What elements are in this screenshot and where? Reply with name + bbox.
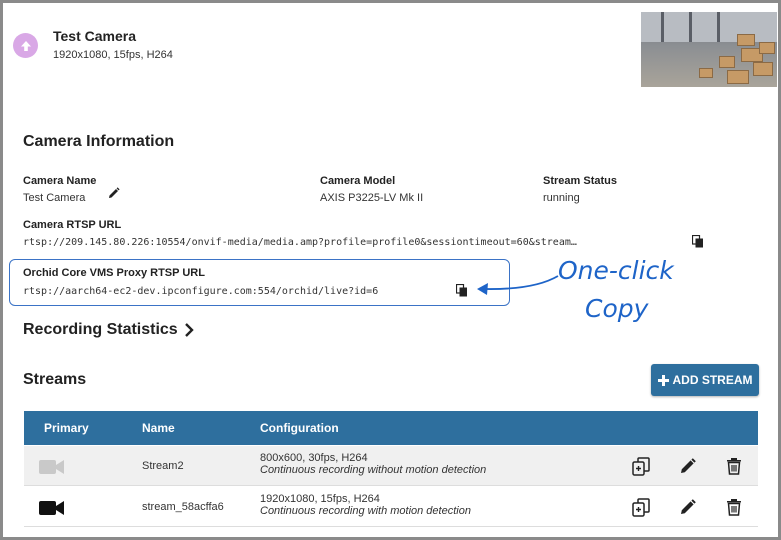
camera-title: Test Camera — [53, 28, 137, 44]
camera-name-label: Camera Name — [23, 175, 97, 187]
callout-line-2: Copy — [585, 294, 649, 323]
trash-icon — [727, 458, 741, 475]
add-stream-button[interactable]: ADD STREAM — [651, 364, 759, 396]
edit-camera-name-button[interactable] — [108, 186, 122, 200]
pencil-icon — [681, 499, 696, 514]
chevron-right-icon — [184, 323, 194, 337]
column-name: Name — [142, 421, 175, 435]
copy-icon — [691, 234, 703, 248]
stream-status-label: Stream Status — [543, 175, 617, 187]
stream-configuration: 1920x1080, 15fps, H264 Continuous record… — [260, 493, 471, 517]
edit-stream-button[interactable] — [678, 456, 698, 476]
duplicate-icon — [631, 456, 650, 476]
stream-config-details: 1920x1080, 15fps, H264 — [260, 493, 380, 505]
stream-recording-mode: Continuous recording with motion detecti… — [260, 505, 471, 517]
arrow-up-icon — [20, 40, 31, 51]
pencil-icon — [109, 187, 120, 198]
stream-name: Stream2 — [142, 460, 184, 472]
video-camera-icon — [39, 460, 64, 474]
callout-line-1: One-click — [558, 256, 674, 285]
table-row: Stream2 800x600, 30fps, H264 Continuous … — [24, 446, 758, 486]
video-camera-icon — [39, 501, 64, 515]
trash-icon — [727, 499, 741, 516]
callout-arrow — [477, 275, 559, 295]
duplicate-icon — [631, 497, 650, 517]
camera-model-label: Camera Model — [320, 175, 396, 187]
camera-name-value: Test Camera — [23, 192, 86, 204]
camera-model-value: AXIS P3225-LV Mk II — [320, 192, 424, 204]
plus-icon — [657, 374, 669, 386]
primary-toggle[interactable] — [39, 499, 65, 520]
edit-stream-button[interactable] — [678, 497, 698, 517]
primary-toggle[interactable] — [39, 458, 65, 479]
camera-subtitle: 1920x1080, 15fps, H264 — [53, 49, 173, 61]
streams-table-header: Primary Name Configuration — [24, 411, 758, 445]
column-configuration: Configuration — [260, 421, 339, 435]
camera-rtsp-label: Camera RTSP URL — [23, 219, 122, 231]
camera-rtsp-value: rtsp://209.145.80.226:10554/onvif-media/… — [23, 237, 577, 248]
copy-icon — [455, 283, 467, 297]
camera-thumbnail[interactable] — [641, 12, 777, 87]
duplicate-stream-button[interactable] — [631, 497, 651, 517]
duplicate-stream-button[interactable] — [631, 456, 651, 476]
recording-statistics-link[interactable]: Recording Statistics — [23, 321, 194, 339]
column-primary: Primary — [44, 421, 89, 435]
recording-statistics-label: Recording Statistics — [23, 321, 178, 338]
streams-heading: Streams — [23, 371, 87, 388]
stream-recording-mode: Continuous recording without motion dete… — [260, 464, 487, 476]
stream-status-value: running — [543, 192, 580, 204]
delete-stream-button[interactable] — [724, 497, 744, 517]
proxy-rtsp-value: rtsp://aarch64-ec2-dev.ipconfigure.com:5… — [23, 286, 379, 297]
delete-stream-button[interactable] — [724, 456, 744, 476]
proxy-rtsp-label: Orchid Core VMS Proxy RTSP URL — [23, 267, 205, 279]
stream-name: stream_58acffa6 — [142, 501, 224, 513]
stream-configuration: 800x600, 30fps, H264 Continuous recordin… — [260, 452, 486, 476]
pencil-icon — [681, 458, 696, 473]
copy-proxy-rtsp-button[interactable] — [455, 283, 470, 298]
copy-camera-rtsp-button[interactable] — [691, 234, 706, 249]
stream-config-details: 800x600, 30fps, H264 — [260, 452, 368, 464]
add-stream-label: ADD STREAM — [672, 373, 753, 387]
table-row: stream_58acffa6 1920x1080, 15fps, H264 C… — [24, 487, 758, 527]
camera-information-heading: Camera Information — [23, 133, 175, 150]
camera-status-icon — [13, 33, 38, 58]
